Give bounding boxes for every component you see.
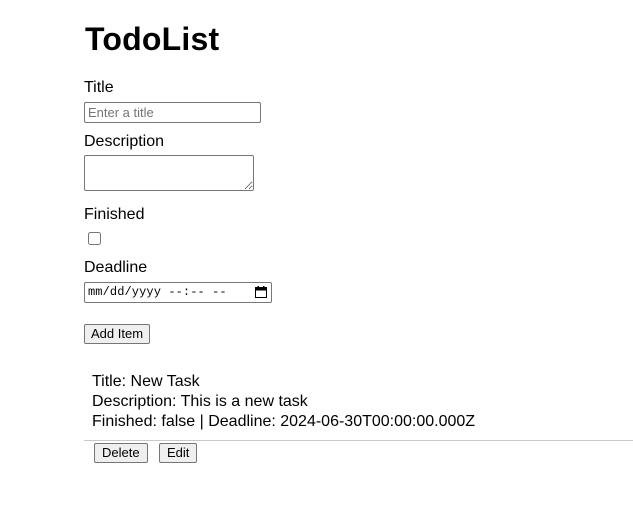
deadline-placeholder: mm/dd/yyyy --:-- -- — [88, 285, 227, 299]
todo-status: Finished: false | Deadline: 2024-06-30T0… — [92, 413, 476, 430]
description-label: Description — [84, 133, 165, 150]
divider — [84, 440, 633, 441]
delete-button[interactable]: Delete — [94, 443, 148, 463]
edit-button[interactable]: Edit — [159, 443, 198, 463]
page-title: TodoList — [85, 21, 220, 57]
deadline-label: Deadline — [84, 259, 148, 276]
title-label: Title — [84, 79, 114, 96]
todo-description: Description: This is a new task — [92, 393, 308, 410]
title-input[interactable] — [84, 102, 261, 123]
finished-checkbox[interactable] — [88, 232, 101, 245]
calendar-icon[interactable] — [255, 286, 267, 298]
finished-label: Finished — [84, 206, 145, 223]
description-textarea[interactable] — [84, 155, 254, 191]
deadline-input[interactable]: mm/dd/yyyy --:-- -- — [84, 282, 272, 303]
add-item-button[interactable]: Add Item — [84, 324, 151, 344]
todo-title: Title: New Task — [92, 373, 200, 390]
